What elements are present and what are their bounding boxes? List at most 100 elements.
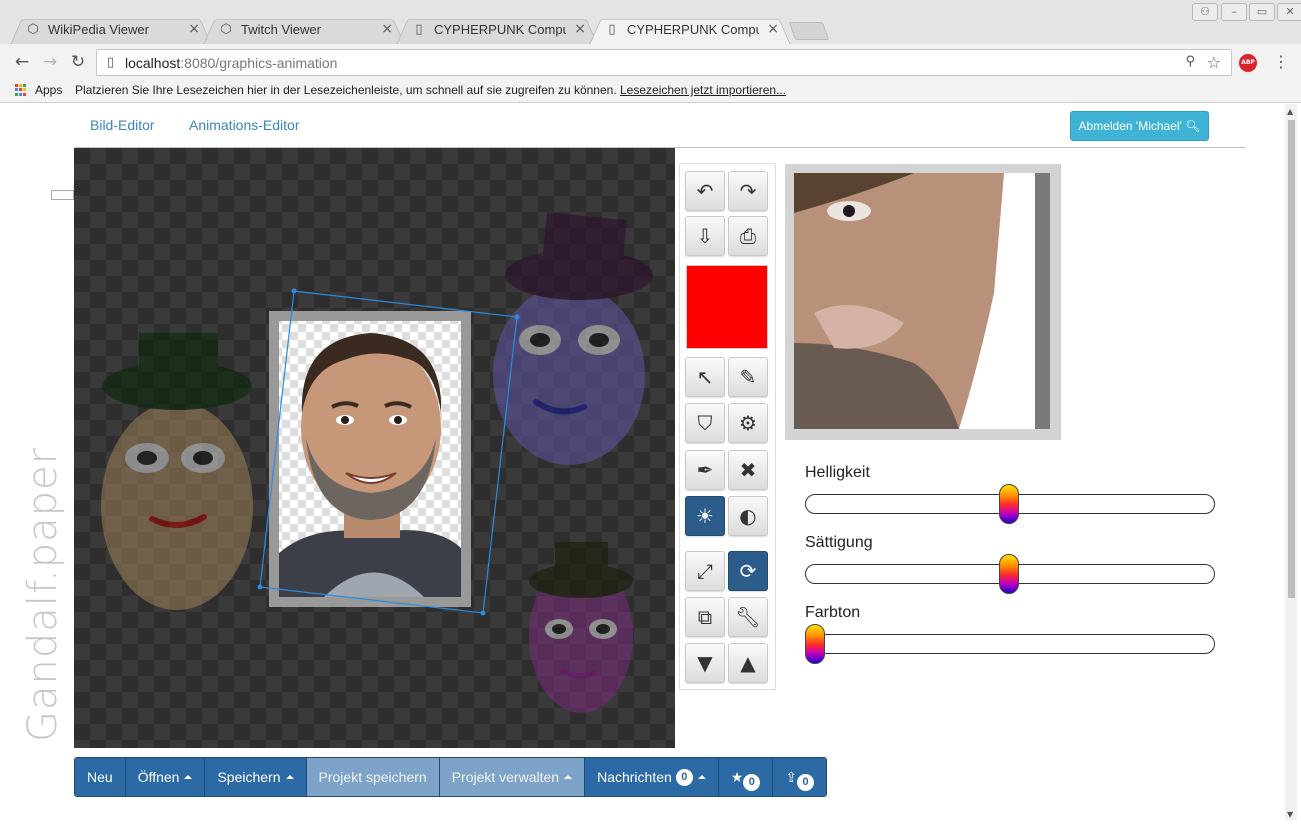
user-profile-icon[interactable]: ⚇	[1192, 3, 1218, 21]
forward-icon[interactable]: →	[40, 53, 60, 71]
browser-tab-cypherpunk-1[interactable]: ▯ CYPHERPUNK Compute ×	[396, 15, 598, 45]
close-tab-icon[interactable]: ×	[188, 21, 200, 37]
scroll-up-icon[interactable]: ▲	[1287, 107, 1293, 116]
share-button[interactable]: ⇪ 0	[773, 758, 827, 796]
current-color-swatch[interactable]	[686, 265, 768, 349]
select-tool-button[interactable]: ↖	[685, 357, 725, 397]
browser-titlebar: ⬡ WikiPedia Viewer × ⬡ Twitch Viewer × ▯…	[0, 0, 1301, 45]
close-window-icon[interactable]: ✕	[1277, 3, 1301, 21]
address-bar[interactable]: ▯ localhost:8080/graphics-animation ⚲ ☆	[96, 49, 1232, 76]
import-bookmarks-link[interactable]: Lesezeichen jetzt importieren...	[620, 83, 786, 97]
eyedropper-tool-button[interactable]: ✒	[685, 450, 725, 490]
brightness-slider[interactable]	[805, 484, 1215, 524]
save-dropdown[interactable]: Speichern	[205, 758, 307, 796]
back-icon[interactable]: ←	[12, 53, 32, 71]
browser-toolbar: ← → ↻ ▯ localhost:8080/graphics-animatio…	[0, 44, 1301, 80]
page-scrollbar[interactable]: ▲ ▼	[1285, 104, 1297, 820]
tab-title: CYPHERPUNK Compute	[434, 22, 566, 37]
save-to-computer-button[interactable]: ⎙	[728, 216, 768, 256]
key-icon[interactable]: ⚲	[1185, 54, 1195, 69]
adblock-icon[interactable]: ABP	[1239, 54, 1257, 72]
tab-title: WikiPedia Viewer	[48, 22, 149, 37]
resize-tool-button[interactable]: ⤢	[685, 551, 725, 591]
maximize-icon[interactable]: ▭	[1249, 3, 1275, 21]
rotate-icon: ⟳	[739, 559, 757, 583]
close-tab-icon[interactable]: ×	[381, 21, 393, 37]
browser-tab-wikipedia[interactable]: ⬡ WikiPedia Viewer ×	[10, 15, 212, 45]
move-up-button[interactable]: ▲	[728, 643, 768, 683]
rotate-tool-button[interactable]: ⟳	[728, 551, 768, 591]
contrast-tool-button[interactable]: ◐	[728, 496, 768, 536]
zoom-preview-image	[794, 173, 1050, 429]
save-button[interactable]: ⇩	[685, 216, 725, 256]
drawing-canvas[interactable]	[74, 148, 675, 748]
bookmark-star-icon[interactable]: ☆	[1207, 53, 1221, 72]
side-toggle[interactable]	[51, 190, 74, 200]
saturation-slider-handle[interactable]	[999, 554, 1019, 594]
new-tab-button[interactable]	[788, 22, 830, 40]
caret-up-icon	[564, 775, 573, 779]
brightness-slider-handle[interactable]	[999, 484, 1019, 524]
tab-title: Twitch Viewer	[241, 22, 321, 37]
new-button[interactable]: Neu	[75, 758, 126, 796]
browser-menu-icon[interactable]: ⋮	[1273, 52, 1289, 71]
hat-face-top-right[interactable]	[493, 211, 653, 465]
scroll-down-icon[interactable]: ▼	[1287, 810, 1293, 819]
tab-title: CYPHERPUNK Compute	[627, 22, 759, 37]
hue-slider-handle[interactable]	[805, 624, 825, 664]
wrench-icon: 🔧︎	[735, 605, 761, 629]
undo-button[interactable]: ↶	[685, 171, 725, 211]
resize-icon: ⤢	[697, 559, 713, 583]
saturation-slider[interactable]	[805, 554, 1215, 594]
minimize-icon[interactable]: –	[1221, 3, 1247, 21]
hue-label: Farbton	[805, 604, 861, 621]
page-icon: ▯	[415, 22, 423, 37]
move-up-icon: ▲	[740, 651, 756, 675]
zoom-preview	[785, 164, 1061, 440]
hat-face-left[interactable]	[101, 333, 253, 610]
delete-button[interactable]: ✖	[728, 450, 768, 490]
nav-image-editor[interactable]: Bild-Editor	[90, 117, 155, 133]
pencil-icon: ✎	[739, 365, 757, 389]
page-content: Bild-Editor Animations-Editor Abmelden '…	[0, 104, 1301, 824]
reload-icon[interactable]: ↻	[68, 53, 88, 71]
pencil-tool-button[interactable]: ✎	[728, 357, 768, 397]
messages-dropdown[interactable]: Nachrichten 0	[585, 758, 719, 796]
stars-count-badge: 0	[743, 773, 761, 791]
star-icon: ★	[730, 768, 744, 785]
hat-face-bottom-right[interactable]	[529, 542, 633, 713]
brightness-icon: ☀	[696, 504, 714, 528]
tools-button[interactable]: 🔧︎	[728, 597, 768, 637]
codepen-icon: ⬡	[27, 22, 39, 37]
redo-button[interactable]: ↷	[728, 171, 768, 211]
scrollbar-thumb[interactable]	[1288, 120, 1295, 598]
logout-button[interactable]: Abmelden 'Michael' 🔍︎	[1070, 111, 1209, 141]
eyedropper-icon: ✒	[696, 458, 714, 482]
save-project-button[interactable]: Projekt speichern	[306, 758, 440, 796]
copy-button[interactable]: ⧉	[685, 597, 725, 637]
close-tab-icon[interactable]: ×	[574, 21, 586, 37]
shape-tool-button[interactable]: ⛉	[685, 403, 725, 443]
bottom-action-bar: Neu Öffnen Speichern Projekt speichern P…	[74, 757, 828, 797]
close-tab-icon[interactable]: ×	[767, 21, 779, 37]
save-icon: ⇩	[696, 224, 714, 248]
codepen-icon: ⬡	[220, 22, 232, 37]
move-down-button[interactable]: ▼	[685, 643, 725, 683]
manage-project-dropdown[interactable]: Projekt verwalten	[439, 758, 586, 796]
open-dropdown[interactable]: Öffnen	[125, 758, 206, 796]
tool-palette: ↶ ↷ ⇩ ⎙ ↖ ✎ ⛉ ⚙ ✒ ✖ ☀ ◐ ⤢ ⟳ ⧉ 🔧︎ ▼ ▲	[679, 163, 776, 690]
brightness-tool-button[interactable]: ☀	[685, 496, 725, 536]
hue-slider[interactable]	[805, 624, 1215, 664]
favorites-button[interactable]: ★ 0	[718, 758, 774, 796]
page-icon: ▯	[608, 22, 616, 37]
browser-tab-cypherpunk-2[interactable]: ▯ CYPHERPUNK Compute ×	[589, 15, 791, 45]
page-info-icon[interactable]: ▯	[107, 55, 114, 70]
settings-tool-button[interactable]: ⚙	[728, 403, 768, 443]
messages-count-badge: 0	[675, 768, 693, 786]
apps-grid-icon[interactable]	[15, 84, 27, 96]
selected-portrait-image[interactable]	[269, 311, 471, 607]
nav-animation-editor[interactable]: Animations-Editor	[189, 117, 300, 133]
apps-link[interactable]: Apps	[35, 83, 62, 97]
browser-tab-twitch[interactable]: ⬡ Twitch Viewer ×	[203, 15, 405, 45]
contrast-icon: ◐	[739, 504, 757, 528]
